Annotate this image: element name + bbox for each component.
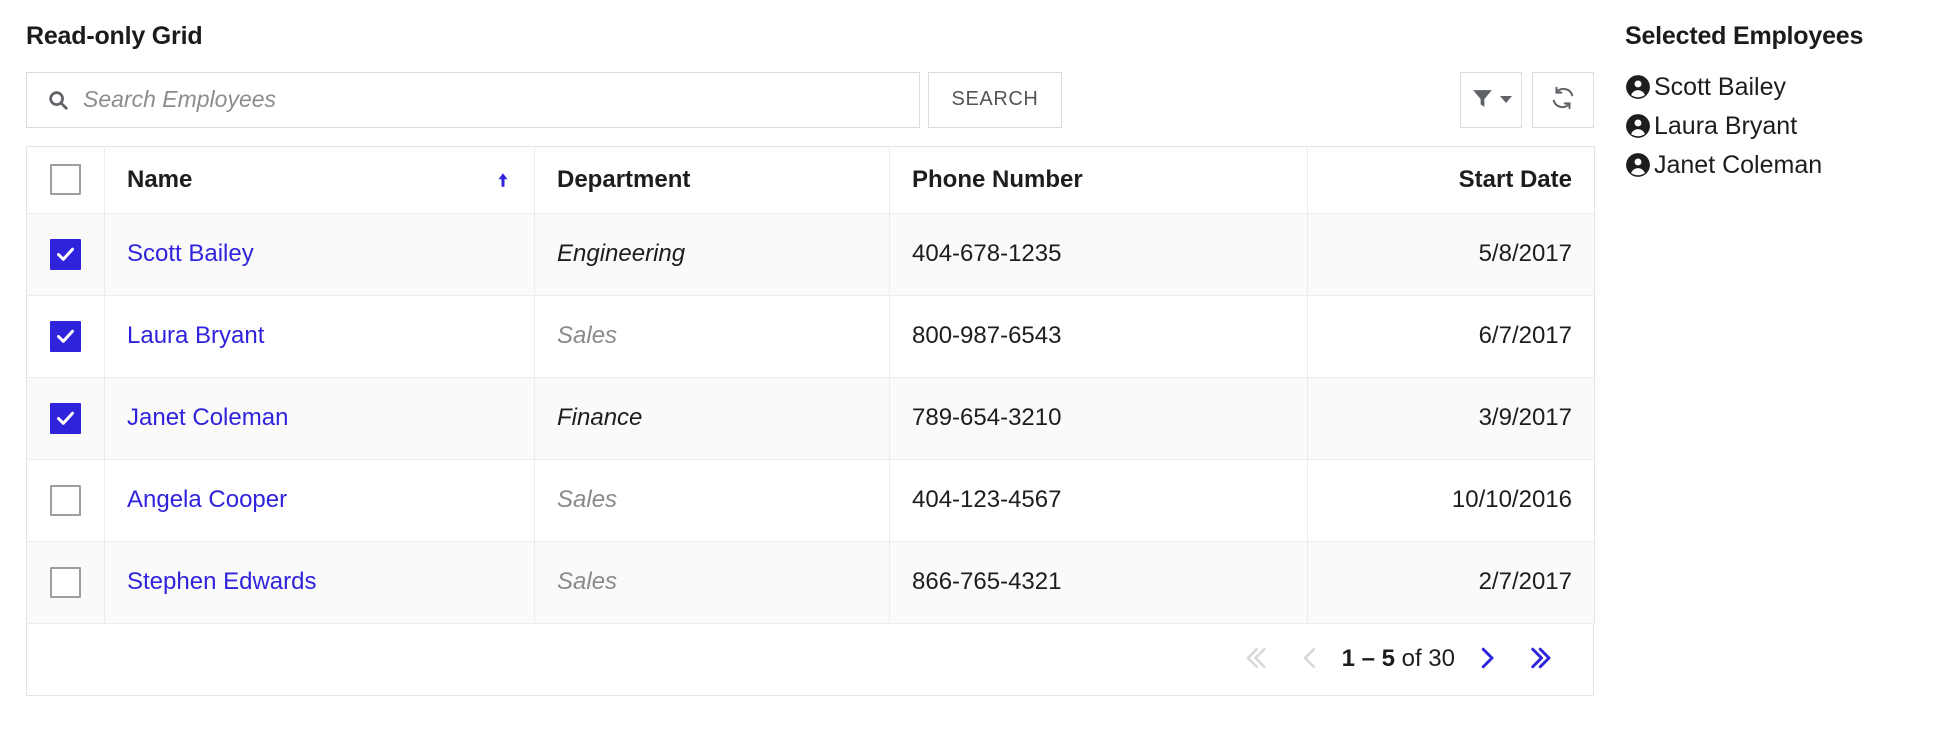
refresh-icon bbox=[1550, 85, 1576, 114]
page-range-bold: 1 – 5 bbox=[1341, 645, 1395, 672]
employee-start-date: 2/7/2017 bbox=[1307, 541, 1595, 624]
row-select-cell[interactable] bbox=[26, 213, 105, 296]
employee-start-date: 3/9/2017 bbox=[1307, 377, 1595, 460]
search-group: SEARCH bbox=[26, 71, 1062, 128]
employee-name-link[interactable]: Angela Cooper bbox=[104, 459, 535, 542]
page-range-label: 1 – 5 of 30 bbox=[1336, 645, 1461, 673]
chevron-down-icon bbox=[1500, 96, 1512, 103]
table-header-row: Name Department Phone Number Start Date bbox=[26, 146, 1595, 214]
table-header: Name Department Phone Number Start Date bbox=[26, 146, 1595, 214]
page-range-total: of 30 bbox=[1394, 645, 1455, 672]
table-row[interactable]: Angela Cooper Sales 404-123-4567 10/10/2… bbox=[26, 459, 1595, 542]
employee-start-date: 10/10/2016 bbox=[1307, 459, 1595, 542]
column-header-department[interactable]: Department bbox=[534, 146, 890, 214]
previous-page-button[interactable] bbox=[1284, 633, 1336, 685]
employee-name-link[interactable]: Scott Bailey bbox=[104, 213, 535, 296]
person-circle-icon bbox=[1625, 113, 1651, 139]
row-checkbox[interactable] bbox=[50, 320, 81, 352]
chevron-right-icon bbox=[1472, 643, 1502, 676]
column-header-name[interactable]: Name bbox=[104, 146, 535, 214]
column-header-select[interactable] bbox=[26, 146, 105, 214]
column-header-start-date[interactable]: Start Date bbox=[1307, 146, 1595, 214]
table-row[interactable]: Scott Bailey Engineering 404-678-1235 5/… bbox=[26, 213, 1595, 296]
table-footer: 1 – 5 of 30 bbox=[26, 623, 1594, 696]
employee-name-link[interactable]: Stephen Edwards bbox=[104, 541, 535, 624]
grid-toolbar: SEARCH bbox=[26, 71, 1594, 128]
person-circle-icon bbox=[1625, 152, 1651, 178]
employee-department: Engineering bbox=[534, 213, 890, 296]
employee-phone: 866-765-4321 bbox=[889, 541, 1308, 624]
employee-department: Sales bbox=[534, 295, 890, 378]
row-checkbox[interactable] bbox=[50, 484, 81, 516]
toolbar-actions bbox=[1460, 71, 1594, 128]
selected-employee-name: Laura Bryant bbox=[1654, 111, 1798, 140]
column-header-phone[interactable]: Phone Number bbox=[889, 146, 1308, 214]
search-field-wrapper[interactable] bbox=[26, 71, 920, 128]
first-page-button[interactable] bbox=[1232, 633, 1284, 685]
selected-employees-list: Scott Bailey Laura Bryant Janet Coleman bbox=[1625, 68, 1945, 185]
employee-name-link[interactable]: Laura Bryant bbox=[104, 295, 535, 378]
table-row[interactable]: Janet Coleman Finance 789-654-3210 3/9/2… bbox=[26, 377, 1595, 460]
filter-button[interactable] bbox=[1460, 71, 1522, 128]
table-body: Scott Bailey Engineering 404-678-1235 5/… bbox=[26, 213, 1595, 624]
arrow-up-icon bbox=[494, 168, 512, 192]
row-checkbox[interactable] bbox=[50, 402, 81, 434]
select-all-checkbox[interactable] bbox=[50, 164, 81, 195]
row-select-cell[interactable] bbox=[26, 295, 105, 378]
chevron-left-icon bbox=[1295, 643, 1325, 676]
employee-phone: 404-123-4567 bbox=[889, 459, 1308, 542]
paginator: 1 – 5 of 30 bbox=[1232, 633, 1565, 685]
list-item: Scott Bailey bbox=[1625, 68, 1945, 107]
employees-table: Name Department Phone Number Start Date bbox=[26, 145, 1595, 624]
employee-department: Sales bbox=[534, 459, 890, 542]
row-select-cell[interactable] bbox=[26, 459, 105, 542]
refresh-button[interactable] bbox=[1532, 71, 1594, 128]
filter-funnel-icon bbox=[1470, 86, 1495, 114]
employee-department: Finance bbox=[534, 377, 890, 460]
list-item: Janet Coleman bbox=[1625, 146, 1945, 185]
table-row[interactable]: Stephen Edwards Sales 866-765-4321 2/7/2… bbox=[26, 541, 1595, 624]
column-header-name-label: Name bbox=[127, 165, 193, 193]
read-only-grid-panel: Read-only Grid SEARCH bbox=[26, 0, 1595, 696]
search-input[interactable] bbox=[83, 86, 883, 113]
last-page-button[interactable] bbox=[1513, 633, 1565, 685]
table-row[interactable]: Laura Bryant Sales 800-987-6543 6/7/2017 bbox=[26, 295, 1595, 378]
chevron-double-left-icon bbox=[1243, 643, 1273, 676]
employee-start-date: 5/8/2017 bbox=[1307, 213, 1595, 296]
selected-employee-name: Janet Coleman bbox=[1654, 150, 1823, 179]
row-checkbox[interactable] bbox=[50, 566, 81, 598]
row-select-cell[interactable] bbox=[26, 541, 105, 624]
employee-phone: 404-678-1235 bbox=[889, 213, 1308, 296]
search-icon bbox=[47, 89, 69, 111]
employee-phone: 800-987-6543 bbox=[889, 295, 1308, 378]
page-title: Read-only Grid bbox=[26, 22, 203, 50]
selected-employee-name: Scott Bailey bbox=[1654, 72, 1787, 101]
selected-employees-title: Selected Employees bbox=[1625, 22, 1864, 50]
person-circle-icon bbox=[1625, 74, 1651, 100]
employee-name-link[interactable]: Janet Coleman bbox=[104, 377, 535, 460]
employee-department: Sales bbox=[534, 541, 890, 624]
employee-phone: 789-654-3210 bbox=[889, 377, 1308, 460]
next-page-button[interactable] bbox=[1461, 633, 1513, 685]
chevron-double-right-icon bbox=[1524, 643, 1554, 676]
list-item: Laura Bryant bbox=[1625, 107, 1945, 146]
row-checkbox[interactable] bbox=[50, 238, 81, 270]
page-root: Read-only Grid SEARCH bbox=[0, 0, 1958, 744]
row-select-cell[interactable] bbox=[26, 377, 105, 460]
search-button[interactable]: SEARCH bbox=[928, 71, 1062, 128]
selected-employees-panel: Selected Employees Scott Bailey Laura Br… bbox=[1625, 0, 1945, 185]
employee-start-date: 6/7/2017 bbox=[1307, 295, 1595, 378]
